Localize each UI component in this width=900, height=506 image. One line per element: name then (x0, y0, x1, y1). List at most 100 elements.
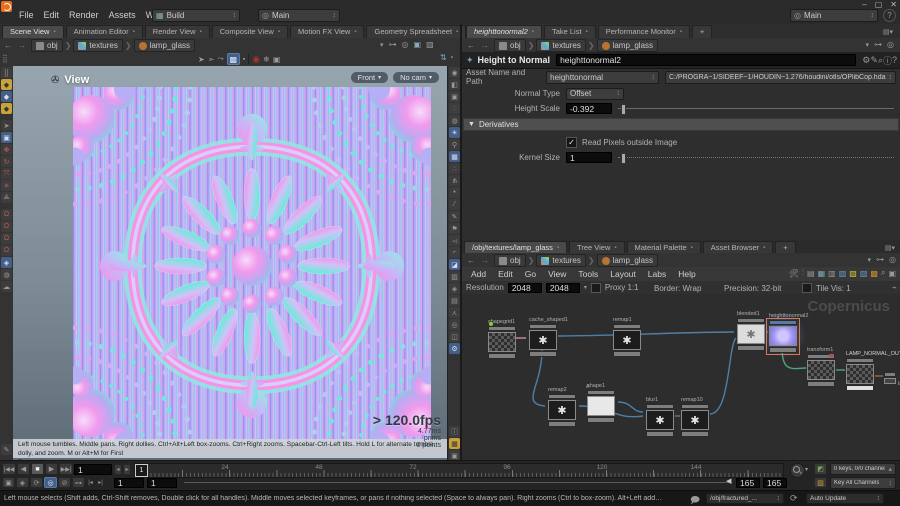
realtime-toggle-icon[interactable]: ▣ (2, 477, 15, 488)
back-icon[interactable]: ← (466, 41, 476, 50)
handles-tool-icon[interactable]: ⤳ (217, 54, 223, 64)
timeline-ruler[interactable]: 24 48 72 96 120 144 1 (134, 463, 784, 478)
range-start2-field[interactable]: 1 (147, 478, 177, 488)
crumb-lamp-glass[interactable]: lamp_glass (596, 39, 659, 52)
slash-icon[interactable]: ⁄ (449, 199, 460, 210)
node-remap10[interactable]: remap10 ✱ (680, 397, 710, 437)
search-icon[interactable]: ⌕ (881, 268, 885, 278)
tab-composite-view[interactable]: Composite View ▪ (211, 25, 288, 38)
tab-scene-view[interactable]: Scene View ▪ (2, 25, 64, 38)
path-dropdown-icon[interactable]: ▾ (866, 41, 870, 49)
recent-node-combo[interactable]: /obj/fractured_... ↕ (706, 493, 784, 504)
image-orange-icon[interactable]: ▩ (870, 269, 878, 278)
menu-render[interactable]: Render (64, 9, 104, 21)
list-icon[interactable]: ▤ (807, 269, 815, 278)
pin-icon[interactable]: ⊶ (876, 255, 884, 264)
render-icon[interactable]: ◉ (252, 54, 260, 65)
read-pixels-checkbox[interactable]: ✓ (566, 136, 577, 148)
crumb-lamp-glass[interactable]: lamp_glass (133, 39, 196, 52)
eye-icon[interactable]: ◉ (449, 67, 460, 78)
net-menu-view[interactable]: View (543, 268, 571, 280)
bone-icon[interactable]: ⚲ (449, 139, 460, 150)
layout-icon[interactable]: ⣿ (1, 67, 12, 78)
camera-combo[interactable]: No cam ▾ (393, 72, 439, 83)
translate-icon[interactable]: ✥ (1, 144, 12, 155)
inc-frame-button[interactable]: ▸ (123, 464, 131, 475)
pane-link-combo[interactable]: ◎ Main ↕ (258, 9, 340, 22)
node-transform[interactable]: transform1 (806, 347, 836, 387)
asset-path-combo[interactable]: C:/PROGRA~1/SIDEEF~1/HOUDIN~1.276/houdin… (664, 70, 896, 84)
net-menu-add[interactable]: Add (466, 268, 491, 280)
crumb-obj[interactable]: obj (494, 254, 526, 267)
tab-performance-monitor[interactable]: Performance Monitor ▪ (597, 25, 690, 38)
orbit-icon[interactable]: ◍ (1, 269, 12, 280)
cache-icon[interactable]: ⊶ (72, 477, 85, 488)
node-shape1[interactable]: shape1 A (586, 383, 616, 423)
sync-icon[interactable]: ⇅ (440, 53, 447, 62)
wrench-icon[interactable]: 🛠 (789, 269, 799, 278)
node-lamp-normal-out[interactable]: LAMP_NORMAL_OUT (845, 351, 900, 391)
help-icon[interactable]: ? (892, 55, 897, 65)
range-end2-field[interactable]: 165 (763, 478, 787, 488)
link-icon[interactable]: ◎ (402, 40, 409, 49)
magnet2-icon[interactable]: Ω (1, 221, 12, 232)
brush-icon[interactable]: ◪ (449, 259, 460, 270)
points-icon[interactable]: ∴ (449, 163, 460, 174)
prev-frame-button[interactable]: ◀ (17, 463, 30, 475)
crumb-obj[interactable]: obj (31, 39, 63, 52)
net-menu-layout[interactable]: Layout (605, 268, 641, 280)
net-menu-edit[interactable]: Edit (493, 268, 518, 280)
lock-icon[interactable]: ▣ (1, 132, 12, 143)
height-scale-field[interactable]: -0.392 (566, 103, 612, 114)
flipbook-icon[interactable]: ❄ (263, 55, 270, 64)
range-slider-handle[interactable]: ◀ (726, 477, 731, 485)
gem-icon[interactable]: ◈ (449, 283, 460, 294)
grid-icon[interactable]: ▥ (828, 269, 836, 278)
snapshot-icon[interactable]: ▣ (888, 269, 896, 278)
magnet4-icon[interactable]: Ω (1, 245, 12, 256)
tab-heighttonormal2[interactable]: heighttonormal2 ▪ (466, 25, 542, 38)
keyframe-color-icon[interactable]: ▨ (814, 477, 827, 488)
back-icon[interactable]: ← (3, 41, 13, 50)
pane-menu-icon[interactable]: ▤▾ (882, 26, 894, 37)
range-slider-track[interactable] (184, 482, 732, 483)
tab-take-list[interactable]: Take List ▪ (543, 25, 596, 38)
snap-mode-icon[interactable]: ◈ (1, 257, 12, 268)
view-tool-icon[interactable]: ▩ (226, 53, 240, 65)
pin-icon[interactable]: ⊶ (389, 40, 397, 49)
pin-icon[interactable]: ⊶ (874, 40, 882, 49)
dot-icon[interactable]: • (449, 187, 460, 198)
tile-vis-checkbox[interactable] (802, 283, 812, 293)
kernel-size-slider[interactable] (618, 152, 894, 164)
film-icon[interactable]: ▤ (449, 295, 460, 306)
resolution-x-field[interactable]: 2048 (507, 282, 542, 293)
hierarchy-icon[interactable]: ⫶ (802, 268, 804, 278)
go-start-button[interactable]: |◀◀ (2, 463, 16, 475)
kernel-size-field[interactable]: 1 (566, 152, 612, 163)
new-tab-button[interactable]: + (691, 25, 713, 38)
pane-menu-icon[interactable]: ▤▾ (884, 242, 896, 253)
record-icon[interactable]: ◎ (449, 319, 460, 330)
shelf-tool-icon[interactable]: ◆ (1, 91, 12, 102)
dopnet-icon[interactable]: ⊘ (58, 477, 71, 488)
maximize-button[interactable]: ▢ (875, 0, 883, 9)
asset-name-combo[interactable]: heighttonormal ↕ (546, 70, 659, 84)
node-heighttonormal2-selected[interactable]: heighttonormal2 (766, 313, 808, 355)
scene-viewport[interactable]: ✇ View Front ▾ No cam ▾ > 120.0fps 4.77m… (13, 66, 447, 460)
derivatives-section-header[interactable]: ▼ Derivatives (463, 118, 899, 131)
shelf-tool-icon[interactable]: ◆ (1, 79, 12, 90)
hand-icon[interactable]: ☁ (1, 281, 12, 292)
normal-map-preview[interactable] (73, 87, 431, 445)
ruler-icon[interactable]: ⌐ (449, 247, 460, 258)
hook-icon[interactable]: ⌁ (892, 283, 897, 292)
auto-update-combo[interactable]: Auto Update ↕ (806, 493, 884, 504)
magnet-icon[interactable]: Ω (1, 209, 12, 220)
normal-type-combo[interactable]: Offset ↕ (566, 87, 624, 100)
image-blue-icon[interactable]: ▧ (839, 269, 847, 278)
zoom-timeline-icon[interactable] (790, 463, 805, 478)
crumb-textures[interactable]: textures (536, 39, 586, 52)
node-blended[interactable]: blended1 ✱ (736, 311, 766, 351)
pose-icon[interactable]: ✳ (1, 180, 12, 191)
crumb-textures[interactable]: textures (73, 39, 123, 52)
node-name-field[interactable]: heighttonormal2 (556, 54, 857, 66)
